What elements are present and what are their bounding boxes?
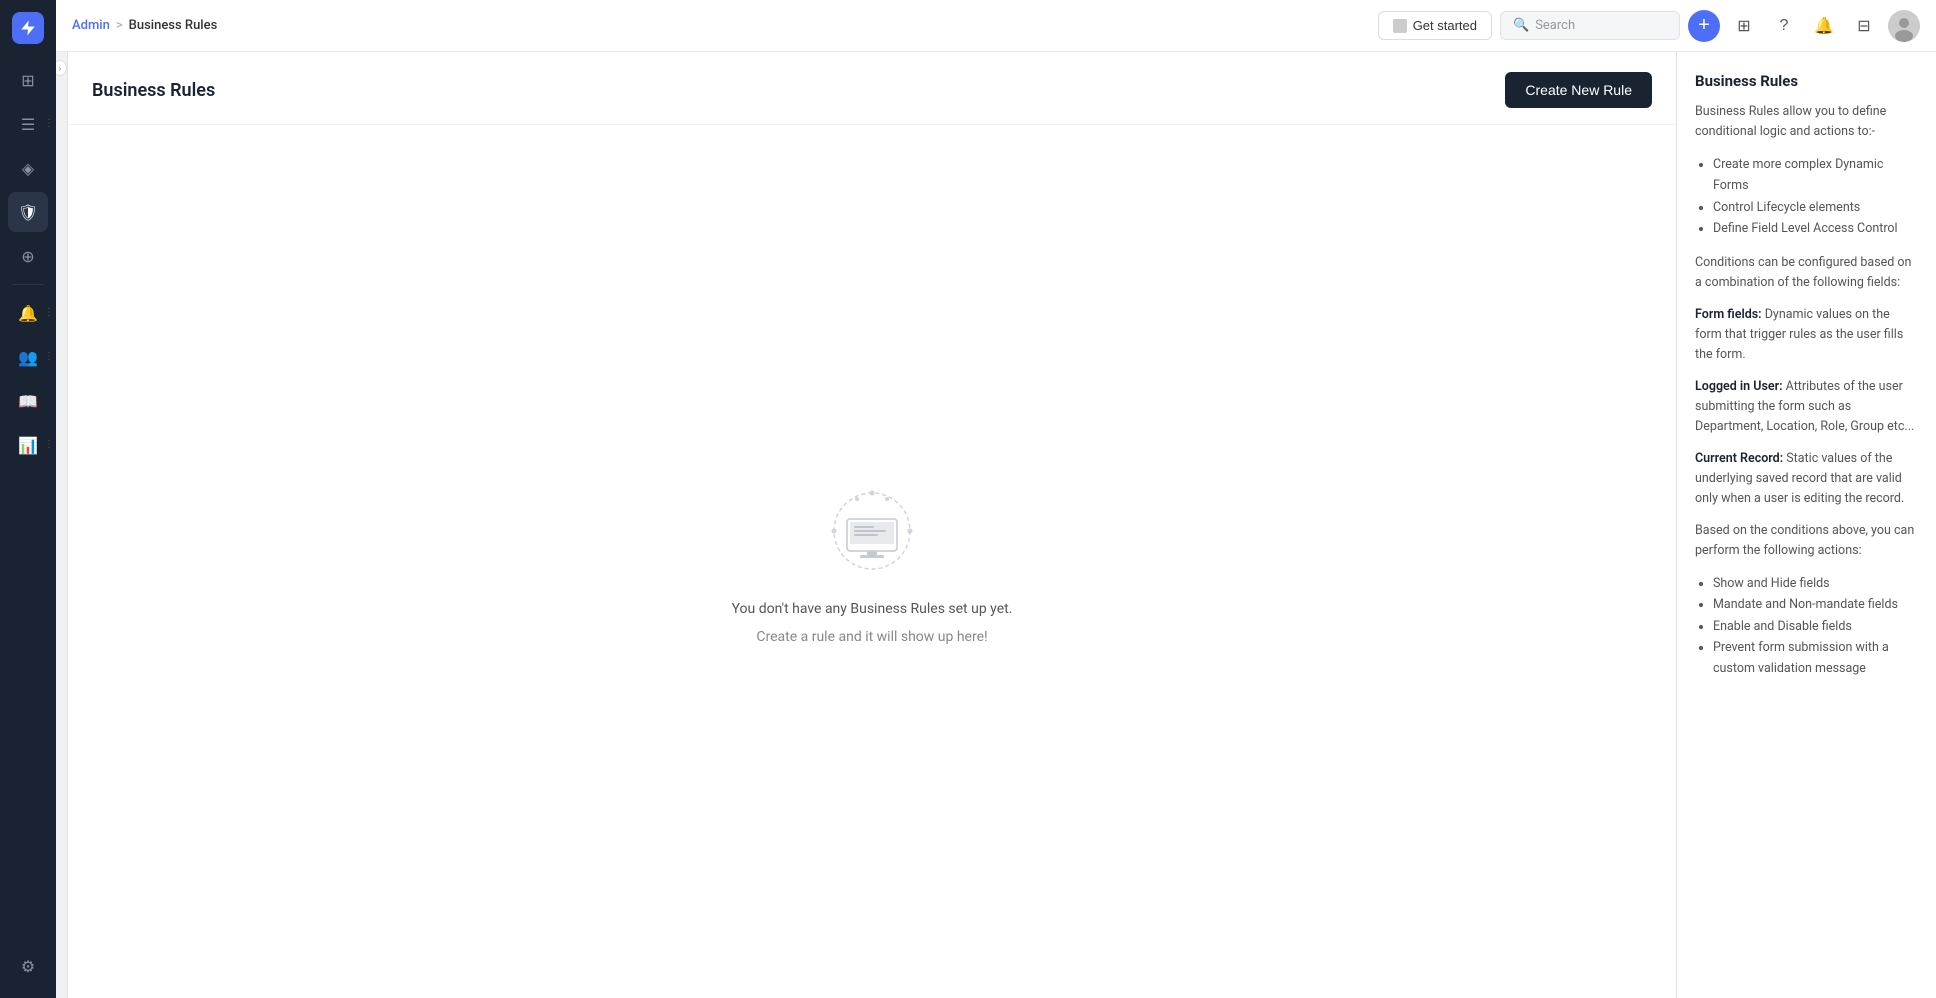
book-icon: 📖 xyxy=(18,392,38,411)
content-wrapper: › Business Rules Create New Rule xyxy=(56,52,1936,998)
empty-state-text-secondary: Create a rule and it will show up here! xyxy=(756,629,987,645)
empty-state-text-primary: You don't have any Business Rules set up… xyxy=(732,601,1013,617)
breadcrumb-admin[interactable]: Admin xyxy=(72,18,110,33)
create-new-rule-button[interactable]: Create New Rule xyxy=(1505,72,1652,108)
avatar[interactable] xyxy=(1888,10,1920,42)
right-panel-title: Business Rules xyxy=(1695,72,1918,90)
topnav: Admin > Business Rules Get started 🔍 Sea… xyxy=(56,0,1936,52)
forms-dots: ⋮ xyxy=(44,119,54,129)
search-icon: 🔍 xyxy=(1513,18,1529,33)
sidebar-item-settings[interactable]: ⚙ xyxy=(8,946,48,986)
right-panel-description: Business Rules allow you to define condi… xyxy=(1695,102,1918,142)
get-started-button[interactable]: Get started xyxy=(1378,11,1492,40)
current-record-section: Current Record: Static values of the und… xyxy=(1695,449,1918,509)
chart-icon: 📊 xyxy=(18,436,38,455)
notifications-icon: 🔔 xyxy=(1814,16,1834,36)
apps-icon: ⊟ xyxy=(1857,16,1870,36)
grid-button[interactable]: ⊞ xyxy=(1728,10,1760,42)
action-item-4: Prevent form submission with a custom va… xyxy=(1713,637,1918,680)
right-panel: Business Rules Business Rules allow you … xyxy=(1676,52,1936,998)
forms-icon: ☰ xyxy=(21,115,35,134)
empty-state: You don't have any Business Rules set up… xyxy=(68,125,1676,998)
bell-icon: 🔔 xyxy=(18,304,38,323)
sidebar-item-bell[interactable]: 🔔 ⋮ xyxy=(8,293,48,333)
actions-heading: Based on the conditions above, you can p… xyxy=(1695,521,1918,561)
breadcrumb-separator: > xyxy=(116,18,123,33)
sidebar-item-analytics[interactable]: ◈ xyxy=(8,148,48,188)
search-placeholder: Search xyxy=(1535,18,1575,33)
panel-collapse[interactable]: › xyxy=(56,52,68,998)
logged-in-section: Logged in User: Attributes of the user s… xyxy=(1695,377,1918,437)
get-started-label: Get started xyxy=(1413,18,1477,33)
sidebar-item-users[interactable]: 👥 ⋮ xyxy=(8,337,48,377)
sidebar-item-forms[interactable]: ☰ ⋮ xyxy=(8,104,48,144)
apps-button[interactable]: ⊟ xyxy=(1848,10,1880,42)
search-bar[interactable]: 🔍 Search xyxy=(1500,11,1680,40)
plus-icon: + xyxy=(1698,14,1710,37)
users-dots: ⋮ xyxy=(44,352,54,362)
analytics-icon: ◈ xyxy=(22,159,34,178)
action-items-list: Show and Hide fields Mandate and Non-man… xyxy=(1695,573,1918,679)
sidebar-item-dashboard[interactable]: ⊞ xyxy=(8,60,48,100)
chart-dots: ⋮ xyxy=(44,440,54,450)
current-record-label: Current Record: xyxy=(1695,451,1783,466)
sidebar-item-chart[interactable]: 📊 ⋮ xyxy=(8,425,48,465)
logged-in-label: Logged in User: xyxy=(1695,379,1783,394)
sidebar-logo[interactable] xyxy=(12,12,44,44)
action-item-1: Show and Hide fields xyxy=(1713,573,1918,594)
empty-state-illustration xyxy=(812,481,932,581)
dashboard-icon: ⊞ xyxy=(21,71,34,90)
sidebar-item-book[interactable]: 📖 xyxy=(8,381,48,421)
help-icon: ? xyxy=(1780,17,1789,35)
form-fields-section: Form fields: Dynamic values on the form … xyxy=(1695,305,1918,365)
notifications-button[interactable]: 🔔 xyxy=(1808,10,1840,42)
form-fields-label: Form fields: xyxy=(1695,307,1762,322)
settings-icon: ⚙ xyxy=(21,957,35,976)
action-item-3: Enable and Disable fields xyxy=(1713,616,1918,637)
right-panel-bullets: Create more complex Dynamic Forms Contro… xyxy=(1695,154,1918,239)
page-title: Business Rules xyxy=(92,80,215,101)
collapse-arrow-icon[interactable]: › xyxy=(56,60,67,76)
bullet-item-3: Define Field Level Access Control xyxy=(1713,218,1918,239)
breadcrumb-current: Business Rules xyxy=(129,18,218,33)
grid-icon: ⊞ xyxy=(1737,16,1750,36)
sidebar-bottom: ⚙ xyxy=(8,946,48,986)
bell-dots: ⋮ xyxy=(44,308,54,318)
page-main: Business Rules Create New Rule xyxy=(68,52,1676,998)
sidebar-divider-1 xyxy=(12,284,44,285)
page-header: Business Rules Create New Rule xyxy=(68,52,1676,125)
main-wrapper: Admin > Business Rules Get started 🔍 Sea… xyxy=(56,0,1936,998)
shield-icon: 🛡 xyxy=(18,203,38,222)
users-icon: 👥 xyxy=(18,348,38,367)
plus-button[interactable]: + xyxy=(1688,10,1720,42)
sidebar-item-shield[interactable]: 🛡 xyxy=(8,192,48,232)
action-item-2: Mandate and Non-mandate fields xyxy=(1713,594,1918,615)
bullet-item-1: Create more complex Dynamic Forms xyxy=(1713,154,1918,197)
bullet-item-2: Control Lifecycle elements xyxy=(1713,197,1918,218)
topnav-actions: Get started 🔍 Search + ⊞ ? 🔔 ⊟ xyxy=(1378,10,1920,42)
sidebar: ⊞ ☰ ⋮ ◈ 🛡 ⊕ 🔔 ⋮ 👥 ⋮ 📖 📊 ⋮ ⚙ xyxy=(0,0,56,998)
sidebar-item-globe[interactable]: ⊕ xyxy=(8,236,48,276)
conditions-heading: Conditions can be configured based on a … xyxy=(1695,253,1918,293)
help-button[interactable]: ? xyxy=(1768,10,1800,42)
globe-icon: ⊕ xyxy=(21,247,34,266)
get-started-icon xyxy=(1393,19,1407,33)
breadcrumb: Admin > Business Rules xyxy=(72,18,1370,33)
